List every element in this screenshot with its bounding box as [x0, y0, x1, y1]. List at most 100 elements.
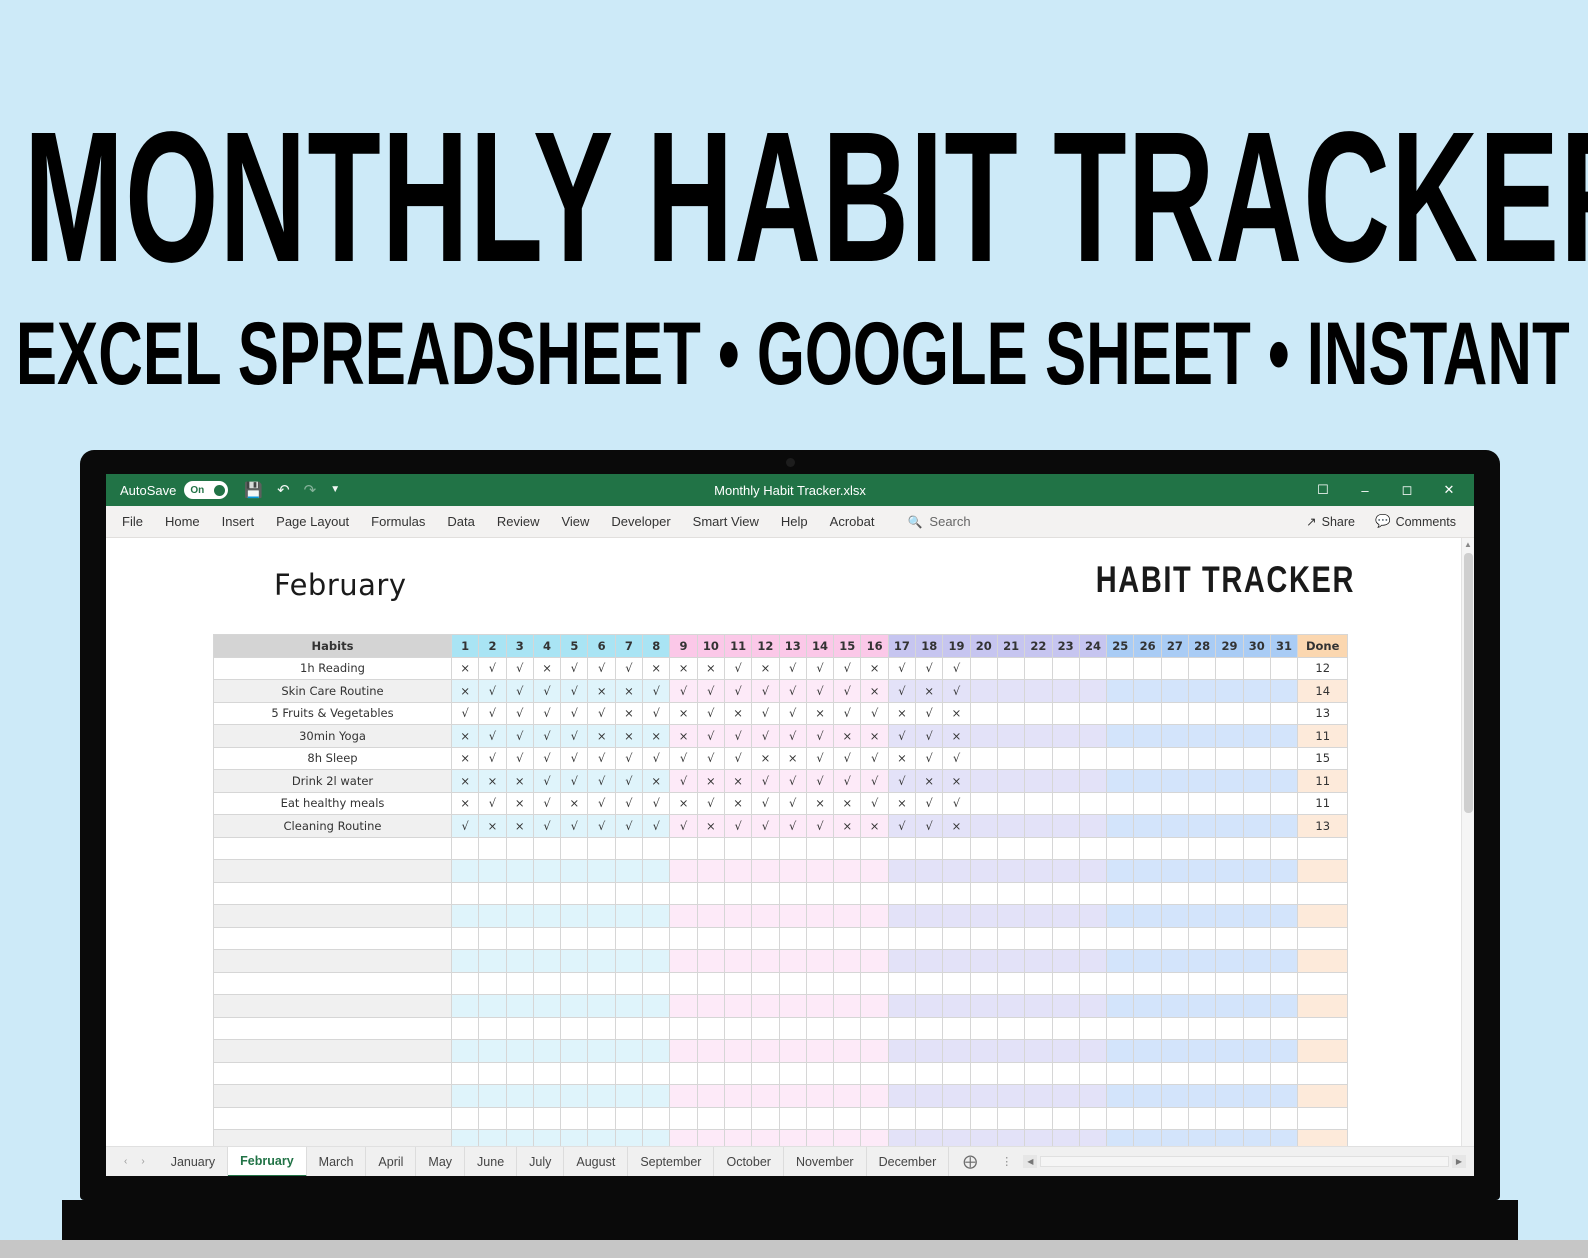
habit-cell-day-27[interactable] [1160, 1016, 1190, 1040]
habit-cell-day-20[interactable] [969, 1039, 998, 1063]
habit-cell-day-20[interactable] [969, 881, 998, 905]
habit-cell-day-15[interactable] [833, 994, 862, 1018]
habit-cell-day-15[interactable] [833, 1061, 862, 1085]
habit-cell-day-24[interactable] [1078, 904, 1108, 928]
habit-cell-day-30[interactable] [1242, 1016, 1271, 1040]
habit-cell-day-25[interactable] [1106, 994, 1135, 1018]
habit-cell-day-5[interactable] [560, 836, 589, 860]
habit-cell-day-3[interactable] [505, 859, 534, 883]
habit-cell-day-2[interactable] [478, 1129, 507, 1146]
habit-cell-day-16[interactable]: × [860, 724, 889, 748]
vertical-scroll-thumb[interactable] [1463, 553, 1473, 813]
habit-cell-day-10[interactable]: × [696, 656, 725, 680]
habit-cell-day-25[interactable] [1106, 1061, 1135, 1085]
habit-name-cell[interactable]: 30min Yoga [213, 724, 452, 748]
habit-cell-day-28[interactable] [1188, 1039, 1217, 1063]
habit-cell-day-1[interactable]: √ [450, 701, 480, 725]
habit-cell-day-19[interactable]: × [942, 701, 971, 725]
habit-cell-day-22[interactable] [1024, 994, 1053, 1018]
habit-cell-day-9[interactable] [669, 881, 698, 905]
habit-cell-day-11[interactable]: √ [723, 656, 753, 680]
habit-cell-day-2[interactable]: √ [478, 679, 507, 703]
habit-cell-day-23[interactable] [1051, 971, 1080, 995]
habit-cell-day-23[interactable] [1051, 949, 1080, 973]
habit-cell-day-18[interactable] [915, 1016, 944, 1040]
habit-cell-day-9[interactable] [669, 1106, 698, 1130]
habit-cell-day-20[interactable] [969, 1061, 998, 1085]
habit-cell-day-16[interactable] [860, 971, 889, 995]
habit-cell-day-16[interactable] [860, 881, 889, 905]
habit-cell-day-1[interactable] [450, 904, 480, 928]
habit-cell-day-12[interactable] [751, 1039, 780, 1063]
habit-cell-day-16[interactable] [860, 1016, 889, 1040]
habit-cell-day-17[interactable] [887, 1129, 917, 1146]
habit-cell-day-6[interactable] [587, 1039, 616, 1063]
habit-cell-day-17[interactable]: × [887, 791, 917, 815]
habit-cell-day-2[interactable]: √ [478, 791, 507, 815]
habit-cell-day-19[interactable] [942, 994, 971, 1018]
habit-cell-day-5[interactable] [560, 926, 589, 950]
habit-cell-day-6[interactable]: √ [587, 746, 616, 770]
habit-cell-day-16[interactable] [860, 904, 889, 928]
habit-cell-day-3[interactable]: √ [505, 746, 534, 770]
vertical-scrollbar[interactable]: ▲ [1461, 538, 1474, 1146]
habit-cell-day-31[interactable] [1269, 656, 1299, 680]
habit-cell-day-28[interactable] [1188, 724, 1217, 748]
habit-cell-day-22[interactable] [1024, 949, 1053, 973]
habit-cell-day-23[interactable] [1051, 1106, 1080, 1130]
habit-cell-day-8[interactable] [642, 1129, 671, 1146]
habit-cell-day-13[interactable]: √ [778, 814, 807, 838]
habit-cell-day-8[interactable] [642, 859, 671, 883]
habit-cell-day-25[interactable] [1106, 836, 1135, 860]
habit-cell-day-20[interactable] [969, 769, 998, 793]
habit-cell-day-16[interactable]: √ [860, 769, 889, 793]
habit-cell-day-14[interactable]: × [805, 701, 835, 725]
habit-cell-day-25[interactable] [1106, 701, 1135, 725]
habit-cell-day-26[interactable] [1133, 1061, 1162, 1085]
habit-cell-day-1[interactable]: × [450, 769, 480, 793]
habit-cell-day-9[interactable] [669, 1129, 698, 1146]
habit-cell-day-2[interactable] [478, 881, 507, 905]
habit-cell-day-19[interactable] [942, 881, 971, 905]
habit-cell-day-22[interactable] [1024, 1106, 1053, 1130]
habit-cell-day-15[interactable]: √ [833, 701, 862, 725]
habit-cell-day-26[interactable] [1133, 881, 1162, 905]
habit-cell-day-7[interactable] [614, 1061, 644, 1085]
habit-cell-day-21[interactable] [996, 949, 1026, 973]
habit-name-cell[interactable] [213, 881, 452, 905]
habit-cell-day-19[interactable]: √ [942, 746, 971, 770]
habit-cell-day-30[interactable] [1242, 1084, 1271, 1108]
habit-cell-day-15[interactable] [833, 836, 862, 860]
habit-cell-day-25[interactable] [1106, 926, 1135, 950]
habit-cell-day-5[interactable] [560, 1039, 589, 1063]
habit-cell-day-9[interactable] [669, 1061, 698, 1085]
habit-cell-day-17[interactable] [887, 1016, 917, 1040]
habit-cell-day-11[interactable]: × [723, 701, 753, 725]
habit-cell-day-2[interactable]: × [478, 814, 507, 838]
habit-cell-day-1[interactable] [450, 1016, 480, 1040]
habit-cell-day-15[interactable]: × [833, 724, 862, 748]
habit-cell-day-20[interactable] [969, 971, 998, 995]
habit-cell-day-10[interactable]: × [696, 814, 725, 838]
habit-cell-day-1[interactable] [450, 1106, 480, 1130]
habit-cell-day-14[interactable] [805, 1016, 835, 1040]
habit-cell-day-24[interactable] [1078, 949, 1108, 973]
habit-cell-day-21[interactable] [996, 1106, 1026, 1130]
habit-cell-day-28[interactable] [1188, 1061, 1217, 1085]
habit-cell-day-4[interactable] [532, 994, 562, 1018]
habit-cell-day-28[interactable] [1188, 656, 1217, 680]
habit-cell-day-16[interactable] [860, 1039, 889, 1063]
habit-cell-day-7[interactable]: √ [614, 791, 644, 815]
close-icon[interactable]: ✕ [1428, 474, 1470, 506]
habit-cell-day-8[interactable]: √ [642, 746, 671, 770]
habit-cell-day-27[interactable] [1160, 994, 1190, 1018]
habit-cell-day-11[interactable]: √ [723, 746, 753, 770]
habit-cell-day-19[interactable]: × [942, 814, 971, 838]
habit-cell-day-29[interactable] [1215, 1061, 1244, 1085]
habit-cell-day-1[interactable] [450, 1084, 480, 1108]
habit-cell-day-12[interactable] [751, 859, 780, 883]
habit-cell-day-13[interactable] [778, 949, 807, 973]
habit-cell-day-30[interactable] [1242, 949, 1271, 973]
habit-cell-day-9[interactable]: √ [669, 814, 698, 838]
habit-cell-day-17[interactable]: × [887, 746, 917, 770]
